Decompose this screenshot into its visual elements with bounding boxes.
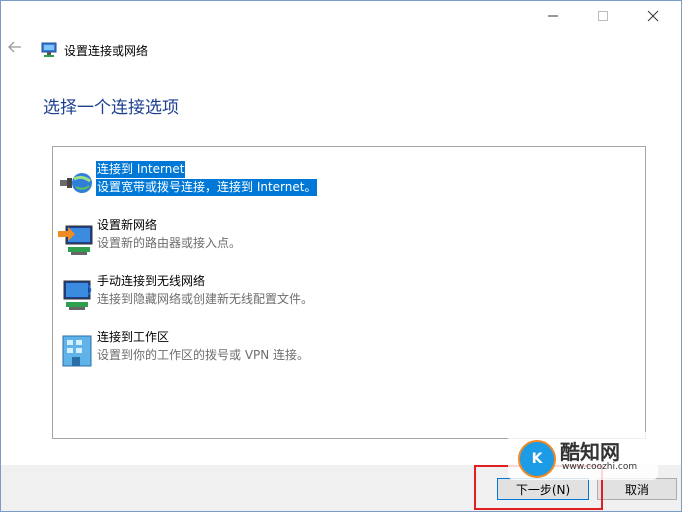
minimize-button[interactable] — [530, 0, 576, 32]
next-button[interactable]: 下一步(N) — [497, 478, 589, 500]
option-connect-workplace[interactable]: 连接到工作区 设置到你的工作区的拨号或 VPN 连接。 — [58, 329, 618, 373]
option-description: 设置宽带或拨号连接，连接到 Internet。 — [96, 179, 318, 196]
maximize-icon — [598, 11, 608, 21]
minimize-icon — [548, 15, 558, 17]
option-title: 连接到 Internet — [96, 161, 186, 178]
globe-icon — [60, 173, 92, 193]
close-button[interactable] — [630, 0, 676, 32]
option-connect-internet[interactable]: 连接到 Internet 设置宽带或拨号连接，连接到 Internet。 — [58, 161, 618, 205]
connection-options-list: 连接到 Internet 设置宽带或拨号连接，连接到 Internet。 设置新… — [52, 146, 646, 439]
watermark-title: 酷知网 — [560, 440, 620, 464]
back-arrow-icon — [8, 41, 21, 53]
back-button[interactable] — [8, 38, 22, 58]
option-manual-wireless[interactable]: 手动连接到无线网络 连接到隐藏网络或创建新无线配置文件。 — [58, 273, 618, 317]
option-description: 设置新的路由器或接入点。 — [97, 236, 242, 250]
cancel-button[interactable]: 取消 — [597, 478, 677, 500]
option-description: 连接到隐藏网络或创建新无线配置文件。 — [97, 292, 314, 306]
option-title: 设置新网络 — [97, 218, 158, 232]
option-description: 设置到你的工作区的拨号或 VPN 连接。 — [97, 348, 310, 362]
new-network-icon — [58, 225, 93, 255]
option-title: 手动连接到无线网络 — [97, 274, 206, 288]
network-setup-icon — [41, 42, 57, 57]
wireless-network-icon — [63, 280, 92, 310]
close-icon — [647, 10, 659, 22]
window-title: 设置连接或网络 — [64, 44, 149, 58]
option-new-network[interactable]: 设置新网络 设置新的路由器或接入点。 — [58, 217, 618, 261]
page-heading: 选择一个连接选项 — [43, 98, 179, 118]
maximize-button[interactable] — [580, 0, 626, 32]
workplace-icon — [62, 335, 92, 367]
option-title: 连接到工作区 — [97, 330, 170, 344]
